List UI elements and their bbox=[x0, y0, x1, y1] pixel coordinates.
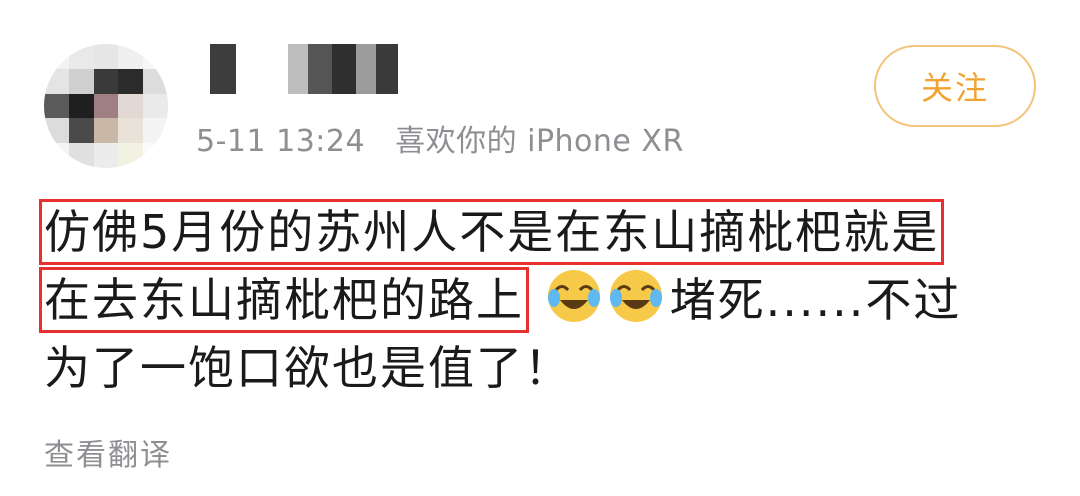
avatar[interactable] bbox=[44, 44, 168, 168]
username-redacted[interactable] bbox=[200, 44, 398, 94]
highlighted-text: 在去东山摘枇杷的路上 bbox=[39, 267, 529, 333]
post-time: 5-11 13:24 bbox=[196, 124, 366, 159]
view-translation-link[interactable]: 查看翻译 bbox=[44, 430, 172, 474]
content-line-3: 为了一饱口欲也是值了！ bbox=[44, 341, 572, 395]
post-meta: 5-11 13:24 喜欢你的 iPhone XR bbox=[196, 116, 684, 160]
post-device: 喜欢你的 iPhone XR bbox=[395, 124, 684, 159]
follow-button[interactable]: 关注 bbox=[874, 45, 1036, 127]
highlighted-text: 仿佛5月份的苏州人不是在东山摘枇杷就是 bbox=[39, 199, 945, 265]
weibo-post: 5-11 13:24 喜欢你的 iPhone XR 关注 仿佛5月份的苏州人不是在… bbox=[0, 0, 1080, 496]
laughing-crying-emoji-icon bbox=[609, 270, 662, 322]
laughing-crying-emoji-icon bbox=[547, 270, 600, 322]
content-line-1: 仿佛5月份的苏州人不是在东山摘枇杷就是 bbox=[39, 198, 1044, 266]
content-text: 堵死......不过 bbox=[669, 273, 962, 327]
content-line-2: 在去东山摘枇杷的路上 堵死......不过 bbox=[39, 266, 1044, 334]
post-content: 仿佛5月份的苏州人不是在东山摘枇杷就是 在去东山摘枇杷的路上 堵死......不… bbox=[39, 198, 1044, 402]
